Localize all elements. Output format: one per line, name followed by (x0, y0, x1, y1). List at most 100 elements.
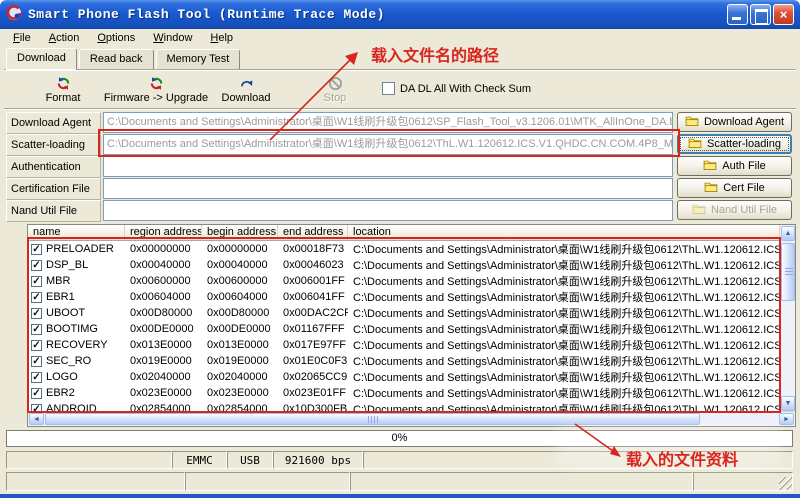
column-header-end-address[interactable]: end address (278, 225, 348, 241)
cell-name: UBOOT (28, 307, 125, 319)
cell-begin-address: 0x023E0000 (202, 387, 278, 399)
partition-name: PRELOADER (46, 243, 114, 255)
partition-name: RECOVERY (46, 339, 108, 351)
status-panel (6, 451, 172, 469)
field-input-authentication-file[interactable] (103, 156, 673, 177)
cell-location: C:\Documents and Settings\Administrator\… (348, 241, 781, 257)
cell-region-address: 0x00DE0000 (125, 323, 202, 335)
annotation-arrow-up-head-icon (345, 52, 358, 65)
browse-button-label: Cert File (723, 182, 765, 194)
row-checkbox-icon[interactable] (31, 308, 42, 319)
field-row-authentication-file: Authentication FileAuth File (6, 156, 792, 177)
cell-name: PRELOADER (28, 243, 125, 255)
row-checkbox-icon[interactable] (31, 324, 42, 335)
column-header-begin-address[interactable]: begin address (202, 225, 278, 241)
table-row[interactable]: PRELOADER0x000000000x000000000x00018F73C… (28, 241, 781, 257)
vertical-scrollbar[interactable]: ▲ ▼ (779, 225, 795, 412)
table-row[interactable]: MBR0x006000000x006000000x006001FFC:\Docu… (28, 273, 781, 289)
cell-begin-address: 0x013E0000 (202, 339, 278, 351)
row-checkbox-icon[interactable] (31, 244, 42, 255)
application-window: Smart Phone Flash Tool (Runtime Trace Mo… (0, 0, 800, 498)
column-header-region-address[interactable]: region address (125, 225, 202, 241)
row-checkbox-icon[interactable] (31, 340, 42, 351)
cell-location: C:\Documents and Settings\Administrator\… (348, 353, 781, 369)
cell-region-address: 0x013E0000 (125, 339, 202, 351)
tab-download[interactable]: Download (6, 48, 77, 70)
checksum-checkbox[interactable]: DA DL All With Check Sum (382, 82, 531, 95)
cell-name: LOGO (28, 371, 125, 383)
cell-begin-address: 0x00000000 (202, 243, 278, 255)
browse-button-scatter-loading[interactable]: Scatter-loading (677, 134, 792, 154)
folder-icon (704, 181, 718, 195)
cell-end-address: 0x006001FF (278, 275, 348, 287)
row-checkbox-icon[interactable] (31, 292, 42, 303)
browse-button-label: Nand Util File (711, 204, 777, 216)
cell-name: EBR2 (28, 387, 125, 399)
browse-button-cert-file[interactable]: Cert File (677, 178, 792, 198)
folder-icon (688, 137, 702, 151)
cell-name: SEC_RO (28, 355, 125, 367)
scroll-up-icon[interactable]: ▲ (781, 226, 795, 241)
cell-location: C:\Documents and Settings\Administrator\… (348, 273, 781, 289)
progress-bar: 0% (6, 430, 793, 447)
table-row[interactable]: EBR10x006040000x006040000x006041FFC:\Doc… (28, 289, 781, 305)
row-checkbox-icon[interactable] (31, 276, 42, 287)
row-checkbox-icon[interactable] (31, 388, 42, 399)
toolbar-button-label: Download (222, 92, 271, 104)
table-row[interactable]: RECOVERY0x013E00000x013E00000x017E97FFC:… (28, 337, 781, 353)
menu-item-options[interactable]: Options (88, 30, 144, 46)
field-input-download-agent[interactable]: C:\Documents and Settings\Administrator\… (103, 112, 673, 133)
browse-button-download-agent[interactable]: Download Agent (677, 112, 792, 132)
row-checkbox-icon[interactable] (31, 356, 42, 367)
status-panel (693, 472, 793, 491)
cell-name: DSP_BL (28, 259, 125, 271)
toolbar-button-firmware-upgrade[interactable]: Firmware -> Upgrade (100, 73, 212, 106)
browse-button-nand-util-file: Nand Util File (677, 200, 792, 220)
menu-item-window[interactable]: Window (144, 30, 201, 46)
column-header-location[interactable]: location (348, 225, 781, 241)
toolbar: DA DL All With Check Sum FormatFirmware … (4, 71, 796, 108)
cell-end-address: 0x017E97FF (278, 339, 348, 351)
scroll-right-icon[interactable]: ► (779, 413, 794, 425)
menu-item-file[interactable]: File (4, 30, 40, 46)
field-input-certification-file[interactable] (103, 178, 673, 199)
vertical-scroll-thumb[interactable] (781, 243, 795, 301)
checkbox-box-icon[interactable] (382, 82, 395, 95)
toolbar-button-download[interactable]: Download (208, 73, 284, 106)
field-input-nand-util-file[interactable] (103, 200, 673, 221)
cell-location: C:\Documents and Settings\Administrator\… (348, 289, 781, 305)
cell-name: MBR (28, 275, 125, 287)
table-row[interactable]: BOOTIMG0x00DE00000x00DE00000x01167FFFC:\… (28, 321, 781, 337)
minimize-button[interactable] (727, 4, 748, 25)
cell-location: C:\Documents and Settings\Administrator\… (348, 337, 781, 353)
table-row[interactable]: DSP_BL0x000400000x000400000x00046023C:\D… (28, 257, 781, 273)
row-checkbox-icon[interactable] (31, 372, 42, 383)
scroll-left-icon[interactable]: ◄ (29, 413, 44, 425)
row-checkbox-icon[interactable] (31, 260, 42, 271)
menu-item-action[interactable]: Action (40, 30, 89, 46)
table-row[interactable]: EBR20x023E00000x023E00000x023E01FFC:\Doc… (28, 385, 781, 401)
browse-button-auth-file[interactable]: Auth File (677, 156, 792, 176)
table-row[interactable]: UBOOT0x00D800000x00D800000x00DAC2CFC:\Do… (28, 305, 781, 321)
partition-name: EBR1 (46, 291, 75, 303)
table-row[interactable]: SEC_RO0x019E00000x019E00000x01E0C0F3C:\D… (28, 353, 781, 369)
toolbar-button-format[interactable]: Format (26, 73, 100, 106)
field-input-scatter-loading-file[interactable]: C:\Documents and Settings\Administrator\… (103, 134, 673, 155)
horizontal-scroll-thumb[interactable] (45, 413, 700, 425)
status-panel (363, 451, 793, 469)
table-body: PRELOADER0x000000000x000000000x00018F73C… (28, 241, 781, 412)
maximize-button[interactable] (750, 4, 771, 25)
browse-button-label: Download Agent (704, 116, 784, 128)
menu-item-help[interactable]: Help (201, 30, 242, 46)
table-row[interactable]: LOGO0x020400000x020400000x02065CC9C:\Doc… (28, 369, 781, 385)
field-label: Certification File (6, 178, 101, 200)
cell-region-address: 0x00000000 (125, 243, 202, 255)
scroll-down-icon[interactable]: ▼ (781, 396, 795, 411)
column-header-name[interactable]: name (28, 225, 125, 241)
tab-memory-test[interactable]: Memory Test (156, 49, 241, 69)
close-button[interactable]: × (773, 4, 794, 25)
cell-region-address: 0x019E0000 (125, 355, 202, 367)
resize-grip[interactable] (779, 477, 792, 490)
horizontal-scrollbar[interactable]: ◄ ► (28, 411, 795, 426)
tab-read-back[interactable]: Read back (79, 49, 154, 69)
